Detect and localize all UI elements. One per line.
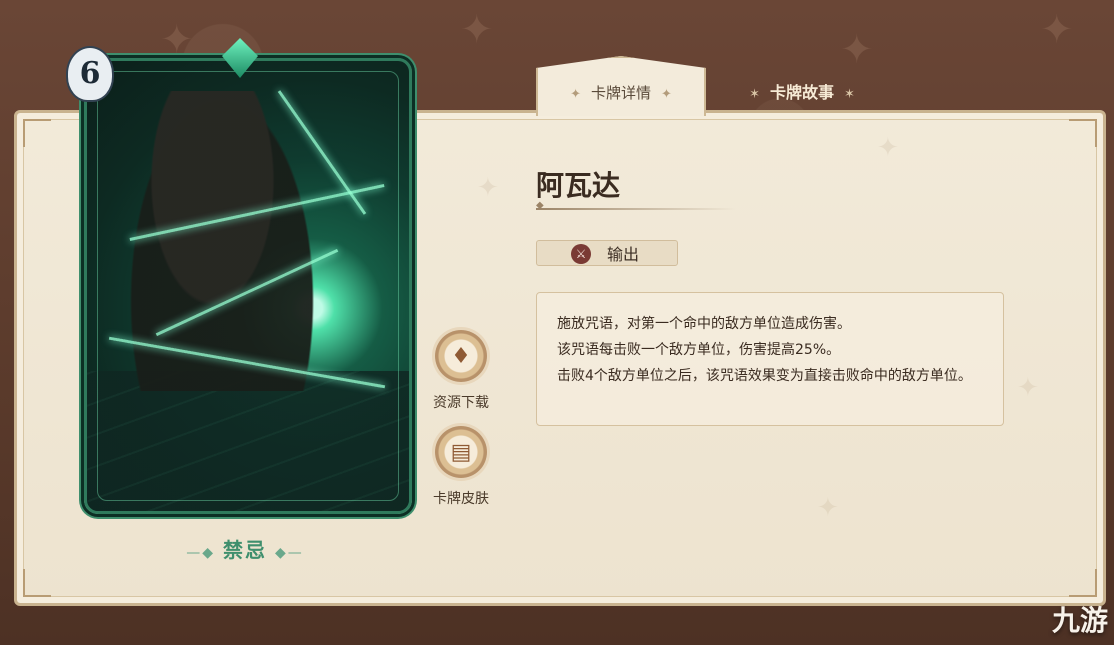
card-skin-button-label: 卡牌皮肤 [433,491,489,507]
background-star-icon: ✦ [160,17,194,63]
description-line: 该咒语每击败一个敌方单位，伤害提高25%。 [557,342,841,358]
description-line: 施放咒语，对第一个命中的敌方单位造成伤害。 [557,316,851,332]
role-label: 输出 [607,245,640,264]
card-name: 阿瓦达 [536,169,621,202]
money-bag-icon: ♦ [451,343,471,369]
title-divider [536,200,736,211]
card-cost-badge: 6 [66,46,114,102]
card-type-label: —◆ 禁忌 ◆— [84,534,406,563]
tab-card-story[interactable]: ✶ 卡牌故事 ✶ [722,78,882,108]
panel-star-icon: ✦ [1017,373,1039,403]
ornament-left: —◆ [186,545,215,561]
role-badge: ⚔ 输出 [536,240,678,266]
card-skin-button-circle: ▤ [435,426,487,478]
download-button-label: 资源下载 [433,395,489,411]
cards-icon: ▤ [450,439,472,465]
tab-card-story-label: 卡牌故事 [769,83,834,102]
sparkle-icon: ✶ [844,87,855,102]
watermark-logo: 九游 [1051,604,1108,637]
corner-ornament [23,119,51,147]
sparkle-icon: ✶ [749,87,760,102]
tab-card-details-label: 卡牌详情 [590,84,651,102]
description-line: 击败4个敌方单位之后，该咒语效果变为直接击败命中的敌方单位。 [557,368,972,384]
card-artwork [84,58,412,514]
panel-star-icon: ✦ [477,173,499,203]
tab-card-details[interactable]: ✦ 卡牌详情 ✦ [536,56,706,116]
download-button[interactable]: ♦ 资源下载 [416,330,506,412]
panel-star-icon: ✦ [877,133,899,163]
sparkle-icon: ✦ [570,87,581,102]
card-inner-border [97,71,399,501]
card-type-text: 禁忌 [223,538,267,562]
background-star-icon: ✦ [1040,7,1074,53]
card-description: 施放咒语，对第一个命中的敌方单位造成伤害。 该咒语每击败一个敌方单位，伤害提高2… [536,292,1004,426]
card-skin-button[interactable]: ▤ 卡牌皮肤 [416,426,506,508]
download-button-circle: ♦ [435,330,487,382]
background-star-icon: ✦ [460,7,494,53]
corner-ornament [23,569,51,597]
corner-ornament [1069,569,1097,597]
sparkle-icon: ✦ [661,87,672,102]
background-star-icon: ✦ [840,27,874,73]
ornament-right: ◆— [275,545,304,561]
damage-icon: ⚔ [571,244,591,264]
panel-star-icon: ✦ [817,493,839,523]
corner-ornament [1069,119,1097,147]
